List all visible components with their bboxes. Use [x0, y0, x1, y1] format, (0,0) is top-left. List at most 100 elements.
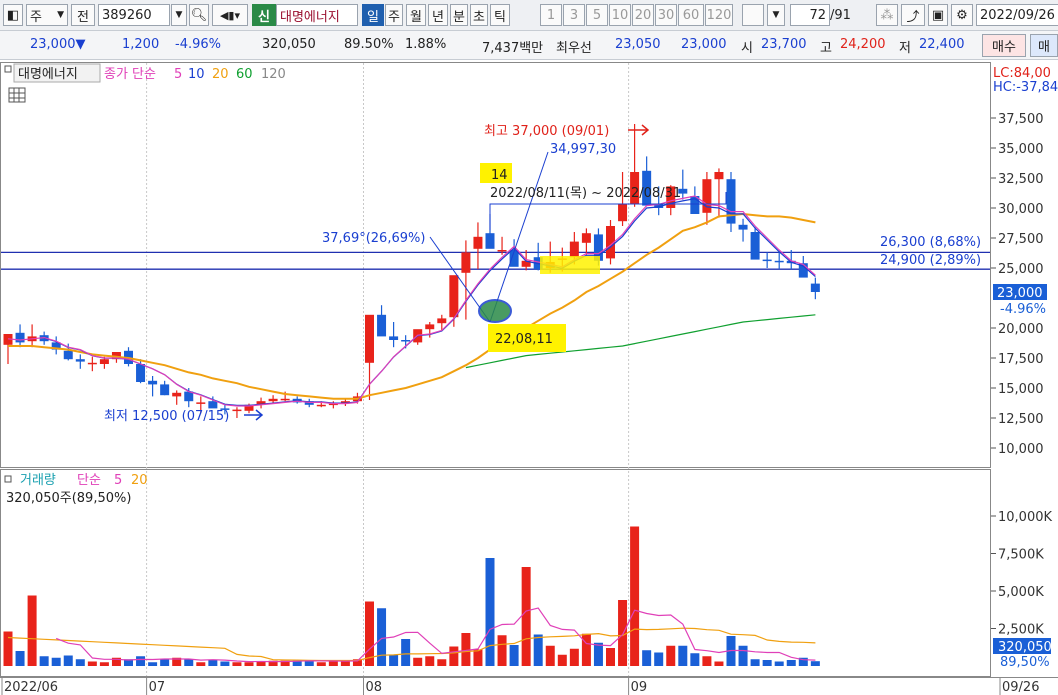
period-tab-0[interactable]: 일	[362, 4, 384, 26]
volume-bar[interactable]	[533, 634, 543, 667]
candle[interactable]	[750, 227, 760, 260]
volume-bar[interactable]	[39, 656, 49, 666]
volume-bar[interactable]	[232, 662, 242, 666]
volume-bar[interactable]	[774, 661, 784, 667]
volume-bar[interactable]	[654, 652, 664, 667]
interval-button-6[interactable]: 60	[678, 4, 704, 26]
volume-bar[interactable]	[87, 661, 97, 667]
interval-button-5[interactable]: 30	[655, 4, 677, 26]
volume-bar[interactable]	[521, 567, 531, 666]
volume-bar[interactable]	[75, 659, 85, 666]
volume-bar[interactable]	[316, 662, 326, 666]
candle-body	[268, 398, 278, 402]
table-view-icon[interactable]	[8, 87, 26, 103]
volume-bar[interactable]	[136, 656, 146, 666]
volume-bar[interactable]	[702, 656, 712, 666]
interval-button-3[interactable]: 10	[609, 4, 631, 26]
volume-bar[interactable]	[690, 653, 700, 666]
volume-bar[interactable]	[738, 645, 748, 666]
volume-bar[interactable]	[148, 662, 158, 666]
volume-bar[interactable]	[678, 645, 688, 666]
side-button[interactable]: 전	[71, 4, 95, 26]
volume-bar[interactable]	[340, 661, 350, 667]
volume-bar[interactable]	[618, 600, 628, 666]
current-volume-pct-label: 89,50%	[1000, 655, 1050, 670]
volume-bar[interactable]	[810, 661, 820, 666]
volume-bar[interactable]	[750, 659, 760, 666]
price-change: 1,200	[122, 37, 160, 52]
save-icon[interactable]: ▣	[928, 4, 948, 26]
volume-bar[interactable]	[377, 608, 387, 666]
interval-button-7[interactable]: 120	[705, 4, 733, 26]
interval-button-1[interactable]: 3	[563, 4, 585, 26]
volume-bar[interactable]	[581, 633, 591, 666]
volume-bar[interactable]	[473, 649, 483, 667]
volume-bar[interactable]	[606, 648, 615, 666]
candle-body	[750, 232, 760, 260]
volume-summary: 320,050주(89,50%)	[6, 491, 131, 506]
volume-bar[interactable]	[51, 657, 61, 666]
interval-button-2[interactable]: 5	[586, 4, 608, 26]
volume-bar[interactable]	[437, 659, 447, 666]
volume-bar[interactable]	[244, 662, 254, 666]
volume-bar[interactable]	[99, 662, 109, 666]
date-input[interactable]: 2022/09/26	[976, 4, 1058, 26]
sell-button[interactable]: 매	[1030, 34, 1058, 57]
volume-bar[interactable]	[642, 650, 652, 666]
volume-bar[interactable]	[365, 601, 374, 667]
volume-bar[interactable]	[3, 631, 13, 667]
gear-icon[interactable]: ⚙	[951, 4, 973, 26]
stock-chart[interactable]: 최고 37,000 (09/01) 최저 12,500 (07/15) 34,997…	[0, 60, 1058, 695]
volume-bar[interactable]	[15, 651, 25, 666]
count-input[interactable]: 72	[790, 4, 830, 26]
volume-bar[interactable]	[449, 646, 459, 667]
period-tab-1[interactable]: 주	[385, 4, 403, 26]
search-icon[interactable]: 🔍︎	[189, 4, 209, 26]
volume-bar[interactable]	[425, 656, 435, 666]
volume-bar[interactable]	[593, 642, 603, 666]
volume-bar[interactable]	[196, 662, 206, 666]
volume-bar[interactable]	[160, 659, 170, 666]
chevron-down-icon[interactable]: ▼	[767, 4, 785, 26]
volume-bar[interactable]	[762, 660, 772, 666]
buy-button[interactable]: 매수	[982, 34, 1026, 57]
trend-tool-icon[interactable]: ⤴	[901, 4, 925, 26]
volume-bar[interactable]	[389, 654, 399, 666]
period-tab-6[interactable]: 틱	[490, 4, 510, 26]
volume-bar[interactable]	[545, 645, 555, 666]
period-tab-3[interactable]: 년	[428, 4, 448, 26]
interval-button-4[interactable]: 20	[632, 4, 654, 26]
volume-bar[interactable]	[497, 635, 507, 666]
volume-bar[interactable]	[401, 639, 411, 666]
volume-bar[interactable]	[413, 657, 423, 666]
volume-bar[interactable]	[184, 659, 194, 666]
volume-bar[interactable]	[714, 661, 724, 667]
period-tab-2[interactable]: 월	[406, 4, 426, 26]
volume-bar[interactable]	[485, 558, 495, 666]
compare-icon[interactable]: ⁂	[876, 4, 898, 26]
market-select[interactable]: 주 ▼	[26, 4, 68, 26]
volume-bar[interactable]	[208, 660, 218, 666]
stock-code-input[interactable]: 389260	[98, 4, 170, 26]
volume-bar[interactable]	[666, 645, 676, 666]
window-menu-icon[interactable]: ◧	[3, 4, 23, 26]
volume-bar[interactable]	[220, 661, 230, 667]
interval-button-0[interactable]: 1	[540, 4, 562, 26]
interval-blank[interactable]	[742, 4, 764, 26]
volume-bar[interactable]	[27, 595, 37, 667]
volume-bar[interactable]	[256, 661, 266, 667]
speaker-icon[interactable]: ◀▮▾	[212, 4, 248, 26]
volume-bar[interactable]	[557, 654, 567, 666]
volume-bar[interactable]	[328, 661, 338, 667]
volume-bar[interactable]	[63, 655, 73, 667]
period-tab-5[interactable]: 초	[470, 4, 488, 26]
chevron-down-icon[interactable]: ▼	[171, 4, 187, 26]
volume-bar[interactable]	[569, 648, 579, 666]
period-tab-4[interactable]: 분	[450, 4, 468, 26]
new-badge[interactable]: 신	[252, 4, 276, 26]
candle[interactable]	[726, 172, 736, 232]
volume-bar[interactable]	[509, 645, 519, 666]
volume-bar[interactable]	[630, 526, 640, 667]
circle-marker[interactable]	[478, 299, 512, 323]
volume-bar[interactable]	[786, 660, 796, 666]
